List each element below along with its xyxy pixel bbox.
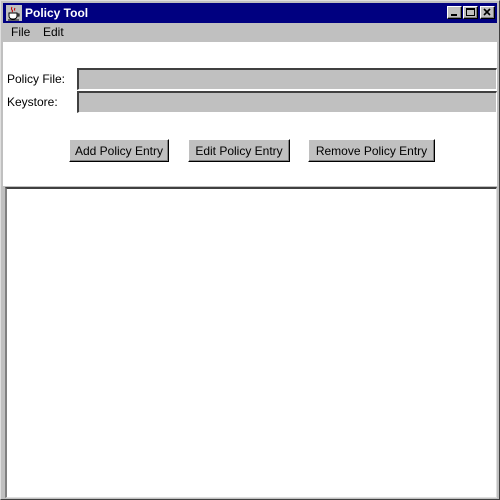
menu-file[interactable]: File (9, 25, 32, 39)
policy-file-label: Policy File: (7, 72, 66, 86)
policy-file-field[interactable] (77, 68, 497, 90)
remove-policy-entry-button[interactable]: Remove Policy Entry (308, 139, 435, 162)
menu-bar: File Edit (3, 23, 497, 42)
maximize-icon (466, 8, 475, 16)
add-policy-entry-button[interactable]: Add Policy Entry (69, 139, 169, 162)
minimize-icon (451, 14, 457, 16)
minimize-button[interactable] (447, 6, 462, 19)
title-bar[interactable]: Policy Tool (3, 3, 497, 23)
policy-tool-window: Policy Tool File Edit Policy File: Keyst… (0, 0, 500, 500)
close-icon (483, 8, 491, 16)
keystore-label: Keystore: (7, 95, 58, 109)
policy-settings-panel: Policy File: Keystore: Add Policy Entry … (3, 42, 497, 186)
menu-edit[interactable]: Edit (41, 25, 66, 39)
close-button[interactable] (480, 6, 495, 19)
keystore-field[interactable] (77, 91, 497, 113)
edit-policy-entry-button[interactable]: Edit Policy Entry (188, 139, 290, 162)
window-title: Policy Tool (25, 6, 89, 20)
java-cup-icon (6, 5, 22, 21)
policy-entry-list[interactable] (5, 187, 497, 498)
maximize-button[interactable] (463, 6, 478, 19)
